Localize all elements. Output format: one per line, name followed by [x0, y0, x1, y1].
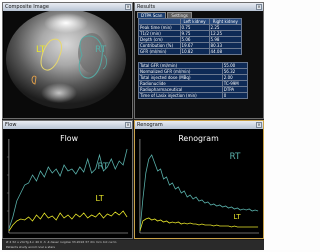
flow-label-rt: RT — [98, 162, 109, 172]
table-cell: 10.82 — [179, 48, 210, 55]
table-cell: Time of Lasix injection (min) — [138, 92, 223, 99]
renogram-titlebar: Renogram × — [135, 121, 263, 129]
table-cell: 0 — [221, 92, 249, 99]
composite-scan-view[interactable]: LT RT — [4, 11, 131, 118]
flow-heading: Flow — [60, 134, 78, 143]
kidney-results-table: Left kidney Right kidney Peak time (min)… — [138, 18, 243, 55]
scan-hotspot-upper — [44, 13, 88, 33]
table-row: Time of Lasix injection (min) 0 — [138, 92, 249, 99]
results-panel: Results × DTPA Scan Settings Left kidney… — [134, 2, 264, 119]
renogram-heading: Renogram — [178, 134, 219, 143]
flow-title: Flow — [5, 122, 17, 128]
close-icon[interactable]: × — [125, 4, 131, 10]
flow-panel: Flow × Flow RT LT — [2, 120, 133, 239]
results-title: Results — [137, 4, 156, 10]
table-row: GFR (ml/min) 10.82 44.08 — [138, 48, 243, 55]
table-cell: GFR (ml/min) — [138, 48, 181, 55]
composite-label-lt: LT — [36, 45, 46, 55]
table-header-cell: Left kidney — [179, 18, 210, 25]
table-header-cell: Right kidney — [208, 18, 243, 25]
flow-series-lt — [8, 210, 128, 232]
status-bar: Ø 4 32 u vtcrfg 4.n 40 0 .h .4 deser rui… — [2, 240, 264, 250]
flow-chart[interactable]: Flow RT LT — [3, 129, 132, 239]
composite-label-rt: RT — [95, 45, 107, 55]
flow-titlebar: Flow × — [3, 121, 132, 129]
table-cell: 44.08 — [208, 48, 243, 55]
composite-image-titlebar: Composite Image × — [3, 3, 132, 11]
renogram-label-rt: RT — [230, 152, 241, 162]
app-window: Composite Image × LT RT Results × DTPA S… — [2, 2, 264, 250]
summary-results-table: Total GFR (ml/min) 55.00 Normalized GFR … — [138, 62, 249, 99]
composite-image-title: Composite Image — [5, 4, 49, 10]
close-icon[interactable]: × — [125, 122, 131, 128]
renogram-label-lt: LT — [233, 213, 241, 221]
status-line-2: Patients study enroll ncel a stars — [6, 245, 55, 249]
flow-label-lt: LT — [96, 194, 104, 203]
renogram-chart[interactable]: Renogram RT LT — [135, 129, 263, 239]
renogram-panel: Renogram × Renogram RT LT — [134, 120, 264, 239]
composite-image-panel: Composite Image × LT RT — [2, 2, 133, 119]
scan-hotspot-lower — [41, 83, 77, 103]
results-titlebar: Results × — [135, 3, 263, 11]
close-icon[interactable]: × — [256, 4, 262, 10]
renogram-title: Renogram — [137, 122, 163, 128]
flow-series-rt — [8, 148, 128, 230]
close-icon[interactable]: × — [256, 122, 262, 128]
